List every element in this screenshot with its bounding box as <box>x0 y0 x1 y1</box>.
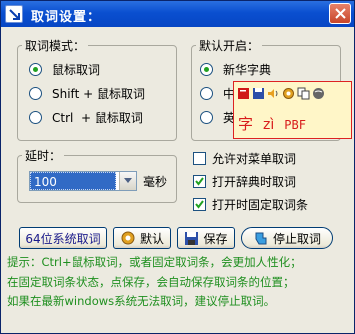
hand-icon <box>255 232 267 245</box>
checkbox-fix-bar-label: 打开时固定取词条 <box>212 198 309 212</box>
checkbox-fix-bar[interactable]: 打开时固定取词条 <box>193 196 308 213</box>
floppy-icon[interactable] <box>252 87 265 100</box>
close-icon <box>335 8 346 19</box>
radio-indicator[interactable] <box>200 111 213 124</box>
arrow-icon <box>5 5 23 23</box>
delay-unit: 毫秒 <box>143 175 168 189</box>
radio-shift-mouse[interactable]: Shift + 鼠标取词 <box>29 85 145 102</box>
save-button[interactable]: 保存 <box>177 227 235 249</box>
checkbox-open-dict-capture-label: 打开辞典时取词 <box>212 175 297 189</box>
radio-mouse-label: 鼠标取词 <box>52 63 101 77</box>
dict-group-legend: 默认开启： <box>196 37 263 54</box>
delay-select[interactable]: 100 <box>29 171 137 191</box>
close-button[interactable] <box>329 3 351 24</box>
radio-chinese[interactable]: 中 <box>200 85 235 102</box>
radio-mouse[interactable]: 鼠标取词 <box>29 61 100 78</box>
checkbox-open-dict-capture[interactable]: 打开辞典时取词 <box>193 173 296 190</box>
radio-indicator[interactable] <box>29 111 42 124</box>
copy-icon[interactable] <box>297 87 310 100</box>
radio-indicator[interactable] <box>200 63 213 76</box>
radio-indicator[interactable] <box>200 87 213 100</box>
radio-indicator[interactable] <box>29 63 42 76</box>
popup-char: 字 <box>238 115 254 133</box>
checkmark-icon <box>195 177 204 186</box>
sys64-capture-button[interactable]: 64位系统取词 <box>19 227 107 249</box>
default-button[interactable]: 默认 <box>113 227 171 249</box>
popup-code: PBF <box>284 118 306 132</box>
checkbox-box[interactable] <box>193 198 206 211</box>
popup-entry: 字 zì PBF <box>238 113 306 134</box>
dialog-body: 取词模式： 鼠标取词 Shift + 鼠标取词 Ctrl + 鼠标取词 默认开启… <box>7 31 348 327</box>
capture-popup[interactable]: 字 zì PBF <box>233 81 352 139</box>
dropdown-button[interactable] <box>119 172 136 190</box>
radio-xinhua[interactable]: 新华字典 <box>200 61 271 78</box>
radio-english[interactable]: 英 <box>200 109 235 126</box>
stop-capture-button[interactable]: 停止取词 <box>241 227 333 249</box>
delay-group-legend: 延时： <box>22 147 65 164</box>
radio-ctrl-mouse[interactable]: Ctrl + 鼠标取词 <box>29 109 143 126</box>
mode-group-legend: 取词模式： <box>22 37 89 54</box>
delay-value[interactable]: 100 <box>30 172 116 190</box>
book-icon[interactable] <box>237 87 250 100</box>
title-bar[interactable]: 取词设置： <box>1 1 354 27</box>
settings-icon[interactable] <box>282 87 295 100</box>
floppy-icon <box>185 231 199 245</box>
checkbox-menu-capture-label: 允许对菜单取词 <box>212 152 297 166</box>
settings-icon <box>121 231 135 245</box>
window-title: 取词设置： <box>31 10 102 25</box>
sys64-capture-label: 64位系统取词 <box>25 231 101 246</box>
tip-line-3: 如果在最新windows系统无法取词，建议停止取词。 <box>7 294 276 308</box>
radio-xinhua-label: 新华字典 <box>223 63 272 77</box>
chevron-down-icon <box>124 178 132 183</box>
checkbox-box[interactable] <box>193 152 206 165</box>
globe-icon[interactable] <box>312 87 325 100</box>
radio-indicator[interactable] <box>29 87 42 100</box>
checkbox-menu-capture[interactable]: 允许对菜单取词 <box>193 150 296 167</box>
tip-line-1: 提示：Ctrl+鼠标取词，或者固定取词条，会更加人性化； <box>7 255 302 269</box>
tip-line-2: 在固定取词条状态，点保存，会自动保存取词条的位置； <box>7 274 295 289</box>
popup-pinyin: zì <box>263 117 275 133</box>
save-label: 保存 <box>203 231 228 246</box>
stop-capture-label: 停止取词 <box>272 231 321 246</box>
checkbox-box[interactable] <box>193 175 206 188</box>
radio-ctrl-mouse-label: Ctrl + 鼠标取词 <box>52 111 143 125</box>
checkmark-icon <box>195 200 204 209</box>
dialog-window: 取词设置： 取词模式： 鼠标取词 Shift + 鼠标取词 Ctrl + 鼠标取… <box>0 0 355 334</box>
default-label: 默认 <box>139 231 164 246</box>
popup-toolbar <box>237 87 325 100</box>
speaker-icon[interactable] <box>267 87 280 100</box>
tip-text: 提示：Ctrl+鼠标取词，或者固定取词条，会更加人性化； 在固定取词条状态，点保… <box>7 253 348 312</box>
radio-shift-mouse-label: Shift + 鼠标取词 <box>52 87 145 101</box>
